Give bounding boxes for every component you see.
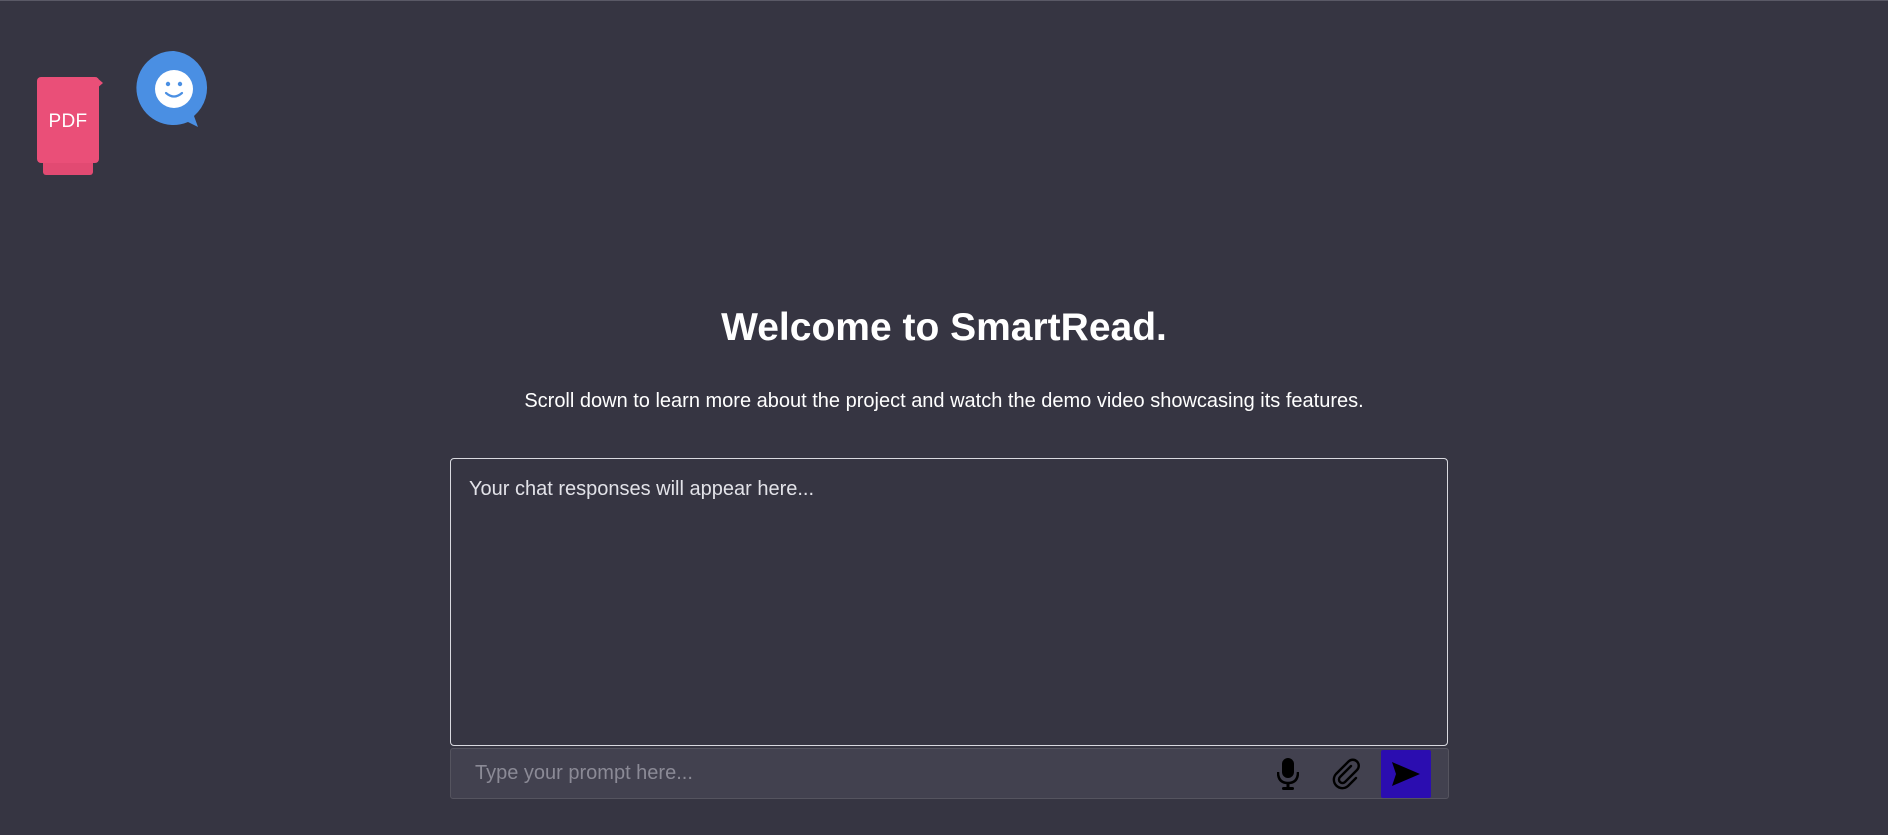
- page-title: Welcome to SmartRead.: [721, 306, 1167, 349]
- pdf-document-base: [43, 163, 93, 175]
- prompt-input[interactable]: [475, 758, 1215, 789]
- chat-response-area[interactable]: Your chat responses will appear here...: [450, 458, 1448, 746]
- send-arrow-icon: [1392, 762, 1420, 786]
- app-logo: PDF: [36, 51, 216, 181]
- pdf-corner-flap: [96, 77, 103, 89]
- prompt-bar: [450, 748, 1449, 799]
- send-button[interactable]: [1381, 750, 1431, 798]
- paperclip-icon: [1332, 758, 1360, 790]
- attach-button[interactable]: [1329, 757, 1363, 791]
- microphone-icon: [1277, 758, 1299, 790]
- chat-response-placeholder: Your chat responses will appear here...: [469, 478, 815, 500]
- microphone-button[interactable]: [1271, 757, 1305, 791]
- page-subtitle: Scroll down to learn more about the proj…: [524, 390, 1364, 412]
- smiley-chat-bubble-icon: [136, 51, 208, 127]
- pdf-label: PDF: [48, 111, 88, 132]
